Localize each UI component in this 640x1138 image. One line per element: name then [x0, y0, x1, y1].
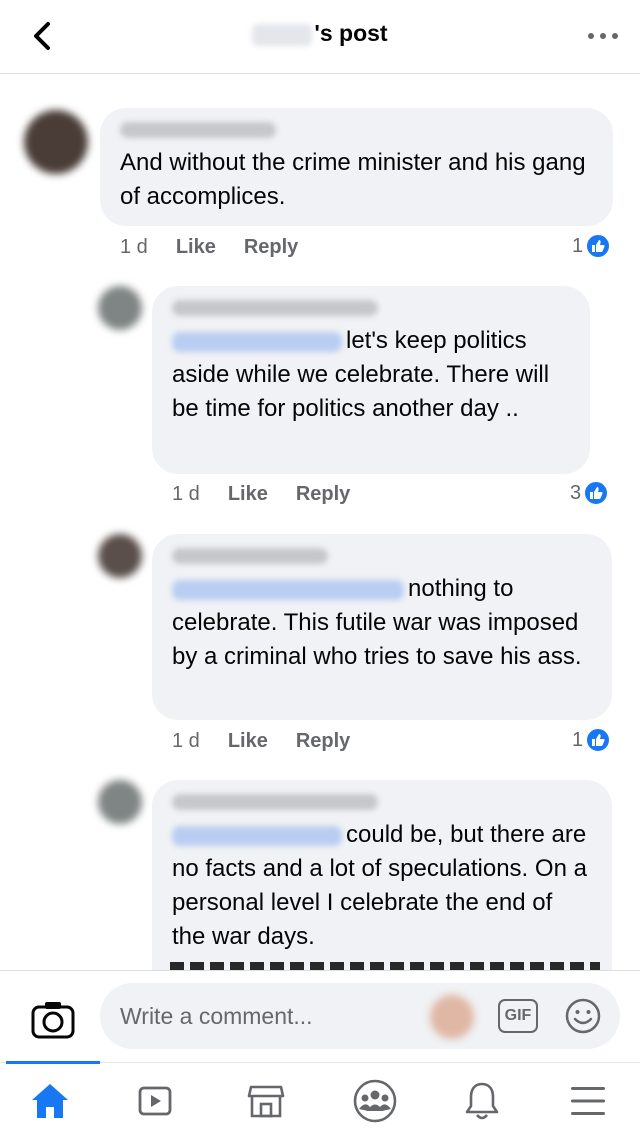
tab-marketplace[interactable]	[216, 1063, 316, 1138]
comment-text: And without the crime minister and his g…	[120, 149, 586, 210]
comment-author-blurred[interactable]	[120, 122, 276, 138]
avatar[interactable]	[98, 534, 142, 578]
more-dot	[612, 33, 618, 39]
comment-bubble: let's keep politics aside while we celeb…	[152, 286, 590, 474]
watch-icon	[138, 1086, 172, 1116]
reaction-number: 1	[572, 728, 584, 751]
author-name-blurred	[252, 23, 313, 46]
reply-button[interactable]: Reply	[296, 483, 350, 506]
tab-groups[interactable]	[325, 1063, 425, 1138]
gif-button[interactable]: GIF	[498, 999, 538, 1033]
mention-blurred[interactable]	[172, 331, 342, 352]
bell-icon	[465, 1082, 499, 1120]
reaction-number: 3	[570, 481, 582, 504]
comment-author-blurred[interactable]	[172, 794, 378, 810]
tab-notifications[interactable]	[432, 1063, 532, 1138]
comment-actions: 1 d Like Reply	[172, 483, 378, 506]
like-button[interactable]: Like	[228, 730, 268, 753]
comment-body: nothing to celebrate. This futile war wa…	[172, 572, 592, 674]
comment-bubble: And without the crime minister and his g…	[100, 108, 613, 226]
reaction-count[interactable]: 3	[570, 480, 610, 506]
tab-home[interactable]	[0, 1061, 100, 1138]
home-icon	[32, 1084, 68, 1118]
avatar[interactable]	[24, 110, 88, 174]
comment-author-blurred[interactable]	[172, 548, 328, 564]
avatar[interactable]	[98, 780, 142, 824]
like-reaction-icon	[585, 727, 612, 753]
camera-icon	[31, 1002, 75, 1039]
like-button[interactable]: Like	[176, 236, 216, 259]
camera-button[interactable]	[30, 1001, 76, 1041]
sticker-button[interactable]	[430, 995, 474, 1039]
comment-bubble: could be, but there are no facts and a l…	[152, 780, 612, 970]
comment-time[interactable]: 1 d	[172, 730, 200, 753]
more-dot	[600, 33, 606, 39]
reaction-number: 1	[572, 234, 584, 257]
like-reaction-icon	[585, 233, 612, 259]
marketplace-icon	[247, 1085, 285, 1118]
truncated-text-line	[170, 962, 600, 970]
tab-watch[interactable]	[105, 1063, 205, 1138]
avatar[interactable]	[98, 286, 142, 330]
like-reaction-icon	[583, 480, 610, 506]
comment-composer: Write a comment... GIF	[0, 970, 640, 1062]
like-button[interactable]: Like	[228, 483, 268, 506]
comment-input[interactable]: Write a comment... GIF	[100, 983, 620, 1049]
comment-time[interactable]: 1 d	[120, 236, 148, 259]
groups-icon	[353, 1079, 397, 1123]
title-suffix: 's post	[314, 20, 388, 46]
comment-actions: 1 d Like Reply	[172, 730, 378, 753]
emoji-button[interactable]	[564, 997, 602, 1035]
comment-body: could be, but there are no facts and a l…	[172, 818, 592, 954]
mention-blurred[interactable]	[172, 579, 404, 600]
smiley-icon	[565, 998, 601, 1034]
comment-time[interactable]: 1 d	[172, 483, 200, 506]
menu-icon	[571, 1087, 605, 1115]
reaction-count[interactable]: 1	[572, 233, 612, 259]
tab-menu[interactable]	[538, 1063, 638, 1138]
more-options-button[interactable]	[588, 26, 618, 46]
reaction-count[interactable]: 1	[572, 727, 612, 753]
reply-button[interactable]: Reply	[244, 236, 298, 259]
comment-body: let's keep politics aside while we celeb…	[172, 324, 570, 426]
bottom-tab-bar	[0, 1061, 640, 1138]
comment-actions: 1 d Like Reply	[120, 236, 326, 259]
reply-button[interactable]: Reply	[296, 730, 350, 753]
page-title: 's post	[0, 20, 640, 47]
post-header: 's post	[0, 0, 640, 74]
comment-placeholder: Write a comment...	[120, 1003, 313, 1029]
comment-author-blurred[interactable]	[172, 300, 378, 316]
comment-bubble: nothing to celebrate. This futile war wa…	[152, 534, 612, 720]
more-horizontal-icon	[588, 33, 594, 39]
mention-blurred[interactable]	[172, 825, 342, 846]
